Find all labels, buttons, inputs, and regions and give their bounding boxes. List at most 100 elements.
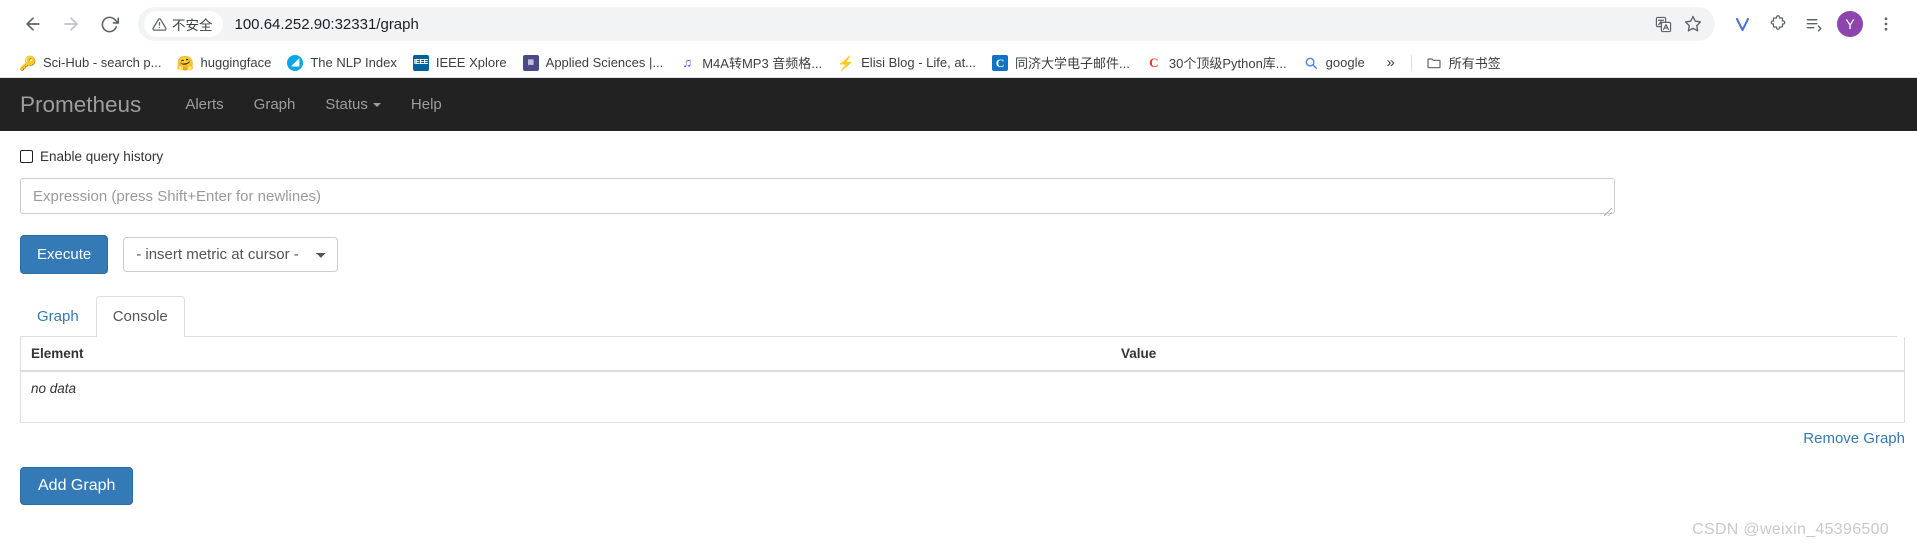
tab-console[interactable]: Console: [95, 296, 185, 337]
nav-item-help[interactable]: Help: [396, 96, 457, 113]
bookmark-label: huggingface: [200, 55, 272, 70]
bookmark-label: The NLP Index: [310, 55, 397, 70]
query-controls: Execute - insert metric at cursor -: [20, 235, 1897, 275]
enable-query-history-label: Enable query history: [40, 149, 164, 164]
insert-metric-select[interactable]: - insert metric at cursor -: [123, 237, 339, 273]
bookmarks-bar: 🔑 Sci-Hub - search p... 🤗 huggingface ◢ …: [0, 48, 1917, 78]
add-graph-row: Add Graph: [20, 466, 1897, 505]
nav-item-label: Alerts: [185, 96, 224, 113]
vimium-extension-icon[interactable]: [1725, 7, 1759, 41]
omnibox-actions: [1649, 10, 1707, 38]
bookmark-tongji-mail[interactable]: C 同济大学电子邮件...: [984, 50, 1138, 75]
all-bookmarks-label: 所有书签: [1448, 56, 1501, 71]
star-icon[interactable]: [1679, 10, 1707, 38]
chevron-double-right-icon[interactable]: »: [1377, 51, 1405, 75]
nav-item-label: Help: [410, 96, 442, 113]
enable-query-history-checkbox[interactable]: [20, 150, 33, 163]
bookmarks-divider: [1410, 54, 1412, 71]
bookmark-label: Applied Sciences |...: [545, 55, 664, 70]
bookmark-label: 30个顶级Python库...: [1168, 56, 1287, 71]
table-head: Element Value: [21, 336, 1904, 372]
textarea-resize-handle[interactable]: [1603, 207, 1613, 217]
bookmark-applied-sciences[interactable]: ▦ Applied Sciences |...: [515, 52, 672, 74]
bookmark-label: M4A转MP3 音频格...: [702, 56, 823, 71]
bookmark-m4a-to-mp3[interactable]: ♫ M4A转MP3 音频格...: [671, 50, 830, 75]
result-tabs: Graph Console: [20, 296, 1897, 337]
reload-icon: [100, 15, 119, 34]
chevron-down-icon: [372, 102, 381, 107]
arrow-right-icon: [61, 14, 81, 34]
search-icon: [1303, 55, 1319, 71]
avatar-initial: Y: [1837, 11, 1863, 37]
bookmark-google[interactable]: google: [1295, 52, 1373, 74]
ieee-icon: IEEE: [412, 54, 429, 71]
table-row: no data: [21, 371, 1904, 406]
spacer-cell-right: [1111, 405, 1904, 421]
nlp-index-icon: ◢: [287, 54, 304, 71]
table-body: no data: [21, 371, 1904, 422]
nav-item-label: Status: [325, 96, 368, 113]
nav-item-graph[interactable]: Graph: [239, 96, 311, 113]
mdpi-icon: ▦: [522, 54, 539, 71]
bookmark-label: Sci-Hub - search p...: [43, 55, 162, 70]
page-content: Enable query history Execute - insert me…: [0, 131, 1917, 505]
result-tabs-wrapper: Graph Console Element Value no data Remo…: [20, 296, 1905, 447]
bookmark-sci-hub[interactable]: 🔑 Sci-Hub - search p...: [12, 52, 170, 74]
address-bar[interactable]: 不安全 100.64.252.90:32331/graph: [138, 7, 1715, 41]
bookmark-huggingface[interactable]: 🤗 huggingface: [170, 52, 280, 74]
huggingface-icon: 🤗: [176, 54, 195, 71]
bookmark-label: 同济大学电子邮件...: [1015, 56, 1130, 71]
no-data-cell: no data: [31, 380, 77, 396]
site-security-chip[interactable]: 不安全: [144, 11, 223, 37]
bookmark-elisi-blog[interactable]: ⚡ Elisi Blog - Life, at...: [830, 52, 984, 74]
warning-triangle-icon: [152, 17, 167, 32]
scihub-icon: 🔑: [19, 54, 37, 71]
forward-button[interactable]: [52, 5, 90, 43]
tab-graph[interactable]: Graph: [20, 296, 96, 336]
url-text: 100.64.252.90:32331/graph: [234, 15, 419, 33]
browser-chrome: 不安全 100.64.252.90:32331/graph Y 🔑 Sci-Hu…: [0, 0, 1917, 78]
reading-list-icon[interactable]: [1797, 7, 1831, 41]
translate-icon[interactable]: [1649, 10, 1677, 38]
table-spacer-row: [21, 405, 1904, 421]
prometheus-brand[interactable]: Prometheus: [20, 92, 156, 118]
reload-button[interactable]: [90, 5, 128, 43]
spacer-cell-left: [21, 405, 1111, 421]
column-header-element: Element: [21, 336, 1111, 372]
back-button[interactable]: [14, 5, 52, 43]
music-note-icon: ♫: [682, 55, 693, 70]
query-history-row: Enable query history: [20, 149, 1897, 164]
prometheus-navbar: Prometheus Alerts Graph Status Help: [0, 78, 1917, 131]
watermark: CSDN @weixin_45396500: [1692, 521, 1889, 538]
bookmark-python-libs[interactable]: C 30个顶级Python库...: [1138, 50, 1295, 75]
bookmark-label: Elisi Blog - Life, at...: [861, 55, 977, 70]
browser-extension-icons: Y: [1725, 7, 1903, 41]
all-bookmarks-button[interactable]: 所有书签: [1418, 50, 1509, 75]
remove-graph-row: Remove Graph: [20, 423, 1905, 447]
page-root: 不安全 100.64.252.90:32331/graph Y 🔑 Sci-Hu…: [0, 0, 1917, 547]
bookmark-ieee-xplore[interactable]: IEEE IEEE Xplore: [405, 52, 515, 74]
coremail-icon: C: [992, 54, 1009, 71]
browser-toolbar: 不安全 100.64.252.90:32331/graph Y: [0, 0, 1917, 48]
console-result-table: Element Value no data: [21, 336, 1904, 422]
nav-item-alerts[interactable]: Alerts: [170, 96, 238, 113]
add-graph-button[interactable]: Add Graph: [20, 466, 134, 505]
remove-graph-link[interactable]: Remove Graph: [1803, 430, 1905, 447]
chrome-menu-icon[interactable]: [1869, 7, 1903, 41]
nav-item-label: Graph: [253, 96, 296, 113]
bookmark-label: google: [1325, 55, 1365, 70]
extensions-puzzle-icon[interactable]: [1761, 7, 1795, 41]
profile-avatar[interactable]: Y: [1833, 7, 1867, 41]
execute-button[interactable]: Execute: [20, 235, 109, 275]
arrow-left-icon: [23, 14, 43, 34]
console-panel: Element Value no data: [20, 336, 1905, 423]
security-label: 不安全: [172, 18, 213, 33]
nav-item-status[interactable]: Status: [310, 96, 396, 113]
csdn-icon: C: [1145, 54, 1162, 71]
folder-icon: [1426, 55, 1442, 71]
expression-input[interactable]: [20, 178, 1615, 214]
value-cell: [1111, 371, 1904, 406]
bookmark-label: IEEE Xplore: [435, 55, 507, 70]
expression-field-wrapper: [20, 178, 1615, 219]
bookmark-the-nlp-index[interactable]: ◢ The NLP Index: [279, 52, 404, 74]
